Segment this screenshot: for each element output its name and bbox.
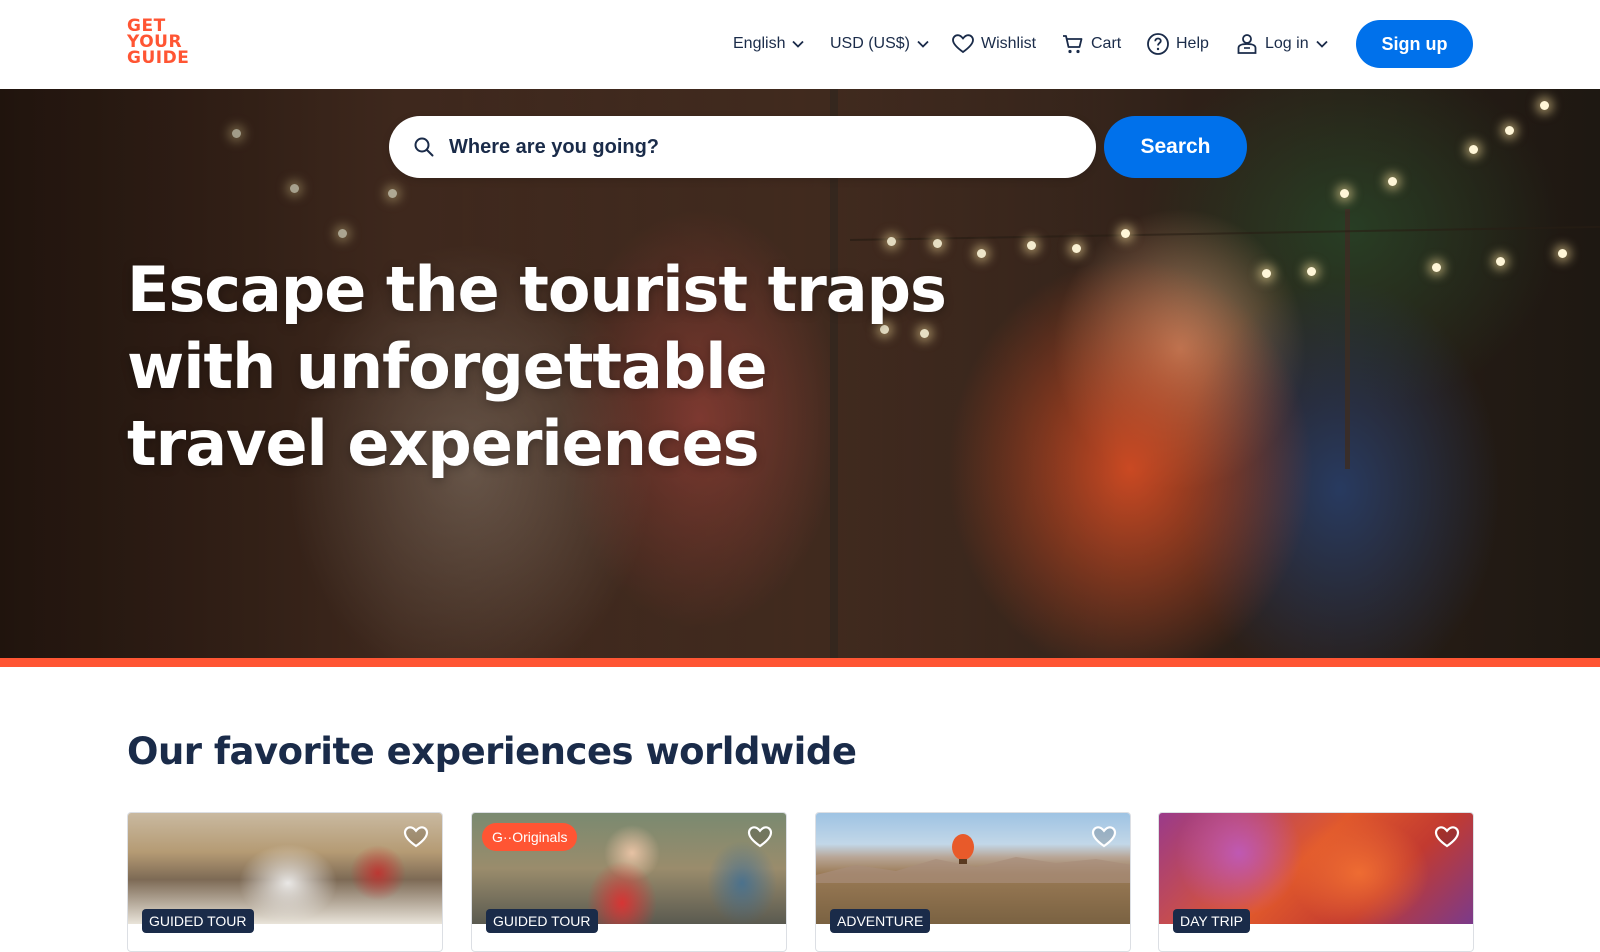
chevron-down-icon bbox=[792, 40, 805, 48]
chevron-down-icon bbox=[917, 40, 929, 48]
category-badge: GUIDED TOUR bbox=[142, 909, 254, 933]
help-link[interactable]: Help bbox=[1146, 26, 1209, 62]
category-badge: DAY TRIP bbox=[1173, 909, 1251, 933]
experience-card[interactable]: DAY TRIP bbox=[1158, 812, 1474, 952]
experience-card-image bbox=[128, 813, 442, 924]
heart-icon[interactable] bbox=[1090, 823, 1118, 851]
experience-card-image bbox=[816, 813, 1130, 924]
wishlist-link[interactable]: Wishlist bbox=[951, 26, 1036, 62]
destination-search-input[interactable] bbox=[449, 135, 1049, 159]
cart-link[interactable]: Cart bbox=[1061, 26, 1121, 62]
cart-label: Cart bbox=[1091, 35, 1122, 52]
site-header: GET YOUR GUIDE English USD (US$) Wishlis… bbox=[0, 0, 1600, 89]
category-badge: ADVENTURE bbox=[830, 909, 931, 933]
originals-badge: G··Originals bbox=[482, 823, 578, 851]
login-menu[interactable]: Log in bbox=[1235, 26, 1329, 62]
signup-button[interactable]: Sign up bbox=[1356, 20, 1473, 68]
cart-icon bbox=[1063, 35, 1083, 54]
category-badge: GUIDED TOUR bbox=[486, 909, 598, 933]
heart-icon[interactable] bbox=[1433, 823, 1461, 851]
experience-card[interactable]: G··Originals GUIDED TOUR bbox=[471, 812, 787, 952]
logo-line-3: GUIDE bbox=[127, 48, 190, 68]
search-button[interactable]: Search bbox=[1104, 116, 1247, 178]
user-icon bbox=[1237, 34, 1257, 54]
heart-icon[interactable] bbox=[746, 823, 774, 851]
hero-headline: Escape the tourist traps with unforgetta… bbox=[127, 253, 947, 480]
heart-icon bbox=[952, 34, 974, 54]
wishlist-label: Wishlist bbox=[981, 35, 1037, 52]
section-title: Our favorite experiences worldwide bbox=[127, 730, 857, 773]
currency-selector[interactable]: USD (US$) bbox=[830, 26, 930, 62]
currency-label: USD (US$) bbox=[830, 35, 911, 52]
chevron-down-icon bbox=[1315, 40, 1328, 48]
language-label: English bbox=[733, 35, 786, 52]
hot-air-balloon-illustration bbox=[816, 834, 1130, 883]
help-circle-icon bbox=[1147, 33, 1169, 55]
login-label: Log in bbox=[1265, 35, 1309, 52]
experience-card-image bbox=[1159, 813, 1473, 924]
language-selector[interactable]: English bbox=[733, 26, 805, 62]
destination-search-box[interactable] bbox=[389, 116, 1096, 178]
heart-icon[interactable] bbox=[402, 823, 430, 851]
hero-accent-stripe bbox=[0, 658, 1600, 667]
experience-card[interactable]: GUIDED TOUR bbox=[127, 812, 443, 952]
search-icon bbox=[414, 137, 434, 157]
help-label: Help bbox=[1176, 35, 1209, 52]
hero-banner: Search Escape the tourist traps with unf… bbox=[0, 89, 1600, 658]
getyourguide-logo[interactable]: GET YOUR GUIDE bbox=[127, 18, 197, 68]
experience-card[interactable]: ADVENTURE bbox=[815, 812, 1131, 952]
